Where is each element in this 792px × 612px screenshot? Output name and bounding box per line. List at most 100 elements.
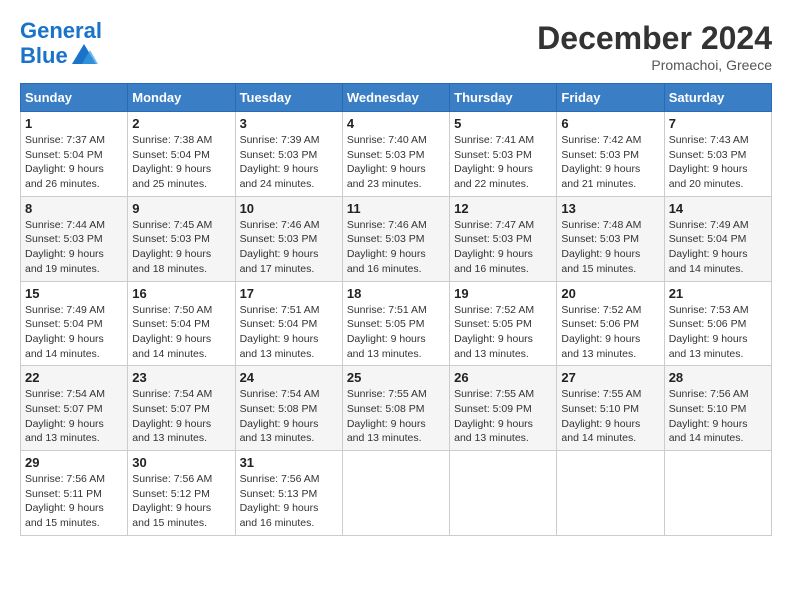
day-info: Sunrise: 7:40 AMSunset: 5:03 PMDaylight:… [347,133,445,192]
weekday-header: Friday [557,84,664,112]
calendar-cell: 12 Sunrise: 7:47 AMSunset: 5:03 PMDayligh… [450,196,557,281]
calendar-cell [664,451,771,536]
day-number: 28 [669,370,767,385]
day-number: 20 [561,286,659,301]
calendar-cell: 31 Sunrise: 7:56 AMSunset: 5:13 PMDayligh… [235,451,342,536]
calendar-table: SundayMondayTuesdayWednesdayThursdayFrid… [20,83,772,536]
calendar-cell: 29 Sunrise: 7:56 AMSunset: 5:11 PMDayligh… [21,451,128,536]
calendar-cell: 18 Sunrise: 7:51 AMSunset: 5:05 PMDayligh… [342,281,449,366]
calendar-cell: 27Sunrise: 7:55 AMSunset: 5:10 PMDayligh… [557,366,664,451]
day-info: Sunrise: 7:49 AMSunset: 5:04 PMDaylight:… [669,218,767,277]
day-info: Sunrise: 7:46 AMSunset: 5:03 PMDaylight:… [347,218,445,277]
day-number: 9 [132,201,230,216]
calendar-cell: 24Sunrise: 7:54 AMSunset: 5:08 PMDayligh… [235,366,342,451]
day-number: 15 [25,286,123,301]
day-info: Sunrise: 7:38 AMSunset: 5:04 PMDaylight:… [132,133,230,192]
day-info: Sunrise: 7:49 AMSunset: 5:04 PMDaylight:… [25,303,123,362]
calendar-cell: 23Sunrise: 7:54 AMSunset: 5:07 PMDayligh… [128,366,235,451]
day-info: Sunrise: 7:50 AMSunset: 5:04 PMDaylight:… [132,303,230,362]
calendar-cell: 10 Sunrise: 7:46 AMSunset: 5:03 PMDayligh… [235,196,342,281]
day-info: Sunrise: 7:52 AMSunset: 5:06 PMDaylight:… [561,303,659,362]
day-number: 6 [561,116,659,131]
calendar-cell: 5Sunrise: 7:41 AMSunset: 5:03 PMDaylight… [450,112,557,197]
calendar-cell: 30 Sunrise: 7:56 AMSunset: 5:12 PMDayligh… [128,451,235,536]
day-info: Sunrise: 7:47 AMSunset: 5:03 PMDaylight:… [454,218,552,277]
day-number: 22 [25,370,123,385]
calendar-cell: 15 Sunrise: 7:49 AMSunset: 5:04 PMDayligh… [21,281,128,366]
weekday-header: Sunday [21,84,128,112]
day-info: Sunrise: 7:42 AMSunset: 5:03 PMDaylight:… [561,133,659,192]
day-number: 10 [240,201,338,216]
calendar-cell: 20 Sunrise: 7:52 AMSunset: 5:06 PMDayligh… [557,281,664,366]
day-info: Sunrise: 7:37 AMSunset: 5:04 PMDaylight:… [25,133,123,192]
logo: General Blue [20,20,102,70]
logo-general: General [20,18,102,43]
weekday-header: Saturday [664,84,771,112]
calendar-cell [450,451,557,536]
calendar-cell: 2 Sunrise: 7:38 AMSunset: 5:04 PMDaylight… [128,112,235,197]
calendar-cell: 21Sunrise: 7:53 AMSunset: 5:06 PMDayligh… [664,281,771,366]
day-number: 18 [347,286,445,301]
day-number: 14 [669,201,767,216]
calendar-cell: 26 Sunrise: 7:55 AMSunset: 5:09 PMDayligh… [450,366,557,451]
calendar-cell: 8 Sunrise: 7:44 AMSunset: 5:03 PMDaylight… [21,196,128,281]
day-number: 8 [25,201,123,216]
day-info: Sunrise: 7:41 AMSunset: 5:03 PMDaylight:… [454,133,552,192]
day-info: Sunrise: 7:45 AMSunset: 5:03 PMDaylight:… [132,218,230,277]
logo-blue: Blue [20,45,68,67]
weekday-header: Wednesday [342,84,449,112]
day-info: Sunrise: 7:43 AMSunset: 5:03 PMDaylight:… [669,133,767,192]
day-info: Sunrise: 7:55 AMSunset: 5:08 PMDaylight:… [347,387,445,446]
day-number: 23 [132,370,230,385]
day-number: 25 [347,370,445,385]
day-info: Sunrise: 7:56 AMSunset: 5:13 PMDaylight:… [240,472,338,531]
day-number: 30 [132,455,230,470]
day-info: Sunrise: 7:52 AMSunset: 5:05 PMDaylight:… [454,303,552,362]
logo-icon [70,42,98,70]
calendar-week-row: 8 Sunrise: 7:44 AMSunset: 5:03 PMDaylight… [21,196,772,281]
calendar-cell: 13 Sunrise: 7:48 AMSunset: 5:03 PMDayligh… [557,196,664,281]
day-info: Sunrise: 7:56 AMSunset: 5:12 PMDaylight:… [132,472,230,531]
month-year: December 2024 [537,20,772,57]
day-number: 12 [454,201,552,216]
day-number: 11 [347,201,445,216]
day-info: Sunrise: 7:51 AMSunset: 5:05 PMDaylight:… [347,303,445,362]
day-number: 2 [132,116,230,131]
calendar-cell: 14 Sunrise: 7:49 AMSunset: 5:04 PMDayligh… [664,196,771,281]
day-number: 31 [240,455,338,470]
title-block: December 2024 Promachoi, Greece [537,20,772,73]
calendar-cell: 1 Sunrise: 7:37 AMSunset: 5:04 PMDaylight… [21,112,128,197]
day-info: Sunrise: 7:46 AMSunset: 5:03 PMDaylight:… [240,218,338,277]
day-number: 7 [669,116,767,131]
day-number: 13 [561,201,659,216]
day-info: Sunrise: 7:39 AMSunset: 5:03 PMDaylight:… [240,133,338,192]
day-info: Sunrise: 7:44 AMSunset: 5:03 PMDaylight:… [25,218,123,277]
day-info: Sunrise: 7:55 AMSunset: 5:10 PMDaylight:… [561,387,659,446]
day-number: 26 [454,370,552,385]
calendar-cell: 9 Sunrise: 7:45 AMSunset: 5:03 PMDaylight… [128,196,235,281]
calendar-cell [342,451,449,536]
day-number: 1 [25,116,123,131]
calendar-week-row: 1 Sunrise: 7:37 AMSunset: 5:04 PMDaylight… [21,112,772,197]
day-info: Sunrise: 7:54 AMSunset: 5:07 PMDaylight:… [25,387,123,446]
day-info: Sunrise: 7:55 AMSunset: 5:09 PMDaylight:… [454,387,552,446]
day-number: 19 [454,286,552,301]
day-number: 17 [240,286,338,301]
calendar-cell: 3 Sunrise: 7:39 AMSunset: 5:03 PMDaylight… [235,112,342,197]
day-info: Sunrise: 7:56 AMSunset: 5:11 PMDaylight:… [25,472,123,531]
calendar-week-row: 22 Sunrise: 7:54 AMSunset: 5:07 PMDayligh… [21,366,772,451]
day-number: 29 [25,455,123,470]
page-header: General Blue December 2024 Promachoi, Gr… [20,20,772,73]
location: Promachoi, Greece [537,57,772,73]
weekday-header: Thursday [450,84,557,112]
calendar-cell: 4Sunrise: 7:40 AMSunset: 5:03 PMDaylight… [342,112,449,197]
day-number: 3 [240,116,338,131]
day-info: Sunrise: 7:48 AMSunset: 5:03 PMDaylight:… [561,218,659,277]
day-info: Sunrise: 7:56 AMSunset: 5:10 PMDaylight:… [669,387,767,446]
calendar-cell: 25 Sunrise: 7:55 AMSunset: 5:08 PMDayligh… [342,366,449,451]
weekday-header: Tuesday [235,84,342,112]
day-info: Sunrise: 7:54 AMSunset: 5:08 PMDaylight:… [240,387,338,446]
calendar-cell [557,451,664,536]
calendar-cell: 11 Sunrise: 7:46 AMSunset: 5:03 PMDayligh… [342,196,449,281]
calendar-week-row: 29 Sunrise: 7:56 AMSunset: 5:11 PMDayligh… [21,451,772,536]
